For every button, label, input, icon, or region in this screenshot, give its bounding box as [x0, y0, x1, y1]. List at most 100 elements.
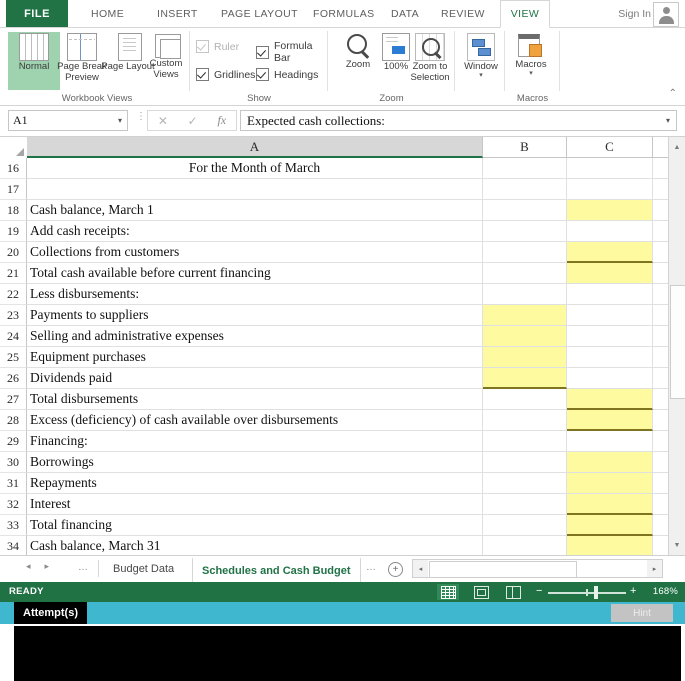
cell-B16[interactable]: [483, 158, 567, 179]
sheet-tab-ellipsis[interactable]: …: [366, 562, 376, 573]
column-header-a[interactable]: A: [27, 137, 483, 158]
cell-C29[interactable]: [567, 431, 653, 452]
cell-A32[interactable]: Interest: [27, 494, 483, 515]
status-page-break-view-button[interactable]: [502, 584, 524, 600]
cell-B26[interactable]: [483, 368, 567, 389]
insert-function-icon[interactable]: fx: [217, 113, 226, 128]
custom-views-button[interactable]: Custom Views: [140, 32, 192, 90]
row-header[interactable]: 31: [0, 473, 27, 494]
ribbon-tab-view[interactable]: VIEW: [500, 0, 550, 28]
cell-D18[interactable]: [653, 200, 669, 221]
select-all-corner[interactable]: [0, 137, 28, 159]
cell-D20[interactable]: [653, 242, 669, 263]
cell-D16[interactable]: [653, 158, 669, 179]
cell-A19[interactable]: Add cash receipts:: [27, 221, 483, 242]
cell-A16[interactable]: For the Month of March: [27, 158, 483, 179]
sheet-nav-arrows[interactable]: ◂ ▸: [26, 561, 49, 572]
sheet-nav-next-icon[interactable]: ▸: [45, 561, 50, 572]
cell-A18[interactable]: Cash balance, March 1: [27, 200, 483, 221]
status-page-layout-view-button[interactable]: [470, 584, 492, 600]
cell-C28[interactable]: [567, 410, 653, 431]
row-header[interactable]: 30: [0, 452, 27, 473]
cell-D34[interactable]: [653, 536, 669, 557]
cell-B18[interactable]: [483, 200, 567, 221]
cell-A23[interactable]: Payments to suppliers: [27, 305, 483, 326]
cell-A34[interactable]: Cash balance, March 31: [27, 536, 483, 557]
row-header[interactable]: 24: [0, 326, 27, 347]
horizontal-scrollbar[interactable]: ◂ ▸: [412, 559, 663, 578]
cell-C22[interactable]: [567, 284, 653, 305]
sign-in-link[interactable]: Sign In: [618, 0, 651, 27]
cell-A25[interactable]: Equipment purchases: [27, 347, 483, 368]
cell-D33[interactable]: [653, 515, 669, 536]
cell-D22[interactable]: [653, 284, 669, 305]
cell-A31[interactable]: Repayments: [27, 473, 483, 494]
cell-C18[interactable]: [567, 200, 653, 221]
cell-B24[interactable]: [483, 326, 567, 347]
cell-D28[interactable]: [653, 410, 669, 431]
vertical-scrollbar[interactable]: ▲ ▼: [668, 137, 685, 555]
cell-B33[interactable]: [483, 515, 567, 536]
cell-D24[interactable]: [653, 326, 669, 347]
chevron-up-icon[interactable]: ⌃: [669, 88, 677, 99]
formula-input[interactable]: Expected cash collections: ▾: [240, 110, 677, 131]
cell-B27[interactable]: [483, 389, 567, 410]
macros-button[interactable]: Macros ▾: [505, 32, 557, 90]
cell-C24[interactable]: [567, 326, 653, 347]
row-header[interactable]: 16: [0, 158, 27, 179]
chevron-down-icon[interactable]: ▾: [118, 116, 122, 125]
cell-B28[interactable]: [483, 410, 567, 431]
name-box[interactable]: A1 ▾: [8, 110, 128, 131]
checkbox-headings[interactable]: Headings: [256, 68, 318, 81]
cell-C19[interactable]: [567, 221, 653, 242]
ribbon-tab-review[interactable]: REVIEW: [432, 0, 494, 27]
cell-A33[interactable]: Total financing: [27, 515, 483, 536]
cell-C20[interactable]: [567, 242, 653, 263]
horizontal-scroll-thumb[interactable]: [429, 561, 577, 578]
checkbox-formula-bar[interactable]: Formula Bar: [256, 40, 328, 64]
scroll-down-icon[interactable]: ▼: [669, 537, 685, 553]
checkbox-gridlines[interactable]: Gridlines: [196, 68, 255, 81]
cell-C30[interactable]: [567, 452, 653, 473]
row-header[interactable]: 33: [0, 515, 27, 536]
zoom-out-button[interactable]: −: [536, 586, 542, 597]
cell-D32[interactable]: [653, 494, 669, 515]
add-sheet-button[interactable]: +: [388, 562, 403, 577]
cell-B30[interactable]: [483, 452, 567, 473]
cell-C23[interactable]: [567, 305, 653, 326]
row-header[interactable]: 29: [0, 431, 27, 452]
row-header[interactable]: 28: [0, 410, 27, 431]
zoom-to-selection-button[interactable]: Zoom to Selection: [404, 32, 456, 90]
status-normal-view-button[interactable]: [437, 584, 459, 600]
vertical-scroll-thumb[interactable]: [670, 285, 685, 399]
cell-A26[interactable]: Dividends paid: [27, 368, 483, 389]
sheet-nav-ellipsis[interactable]: …: [78, 562, 88, 573]
row-header[interactable]: 18: [0, 200, 27, 221]
row-header[interactable]: 27: [0, 389, 27, 410]
normal-view-button[interactable]: Normal: [8, 32, 60, 90]
cell-B21[interactable]: [483, 263, 567, 284]
cell-C32[interactable]: [567, 494, 653, 515]
zoom-slider-thumb[interactable]: [594, 586, 598, 599]
cell-A21[interactable]: Total cash available before current fina…: [27, 263, 483, 284]
cell-B32[interactable]: [483, 494, 567, 515]
cell-D26[interactable]: [653, 368, 669, 389]
ribbon-tab-file[interactable]: FILE: [6, 0, 68, 27]
cell-A17[interactable]: [27, 179, 483, 200]
cell-C27[interactable]: [567, 389, 653, 410]
cell-C16[interactable]: [567, 158, 653, 179]
window-button[interactable]: Window ▾: [455, 32, 507, 90]
row-header[interactable]: 20: [0, 242, 27, 263]
cell-C25[interactable]: [567, 347, 653, 368]
cell-D21[interactable]: [653, 263, 669, 284]
ribbon-tab-data[interactable]: DATA: [382, 0, 428, 27]
cell-A28[interactable]: Excess (deficiency) of cash available ov…: [27, 410, 483, 431]
cell-A30[interactable]: Borrowings: [27, 452, 483, 473]
checkbox-ruler[interactable]: Ruler: [196, 40, 239, 53]
ribbon-tab-formulas[interactable]: FORMULAS: [304, 0, 384, 27]
cell-C26[interactable]: [567, 368, 653, 389]
cell-B25[interactable]: [483, 347, 567, 368]
cell-D27[interactable]: [653, 389, 669, 410]
cell-C17[interactable]: [567, 179, 653, 200]
row-header[interactable]: 21: [0, 263, 27, 284]
